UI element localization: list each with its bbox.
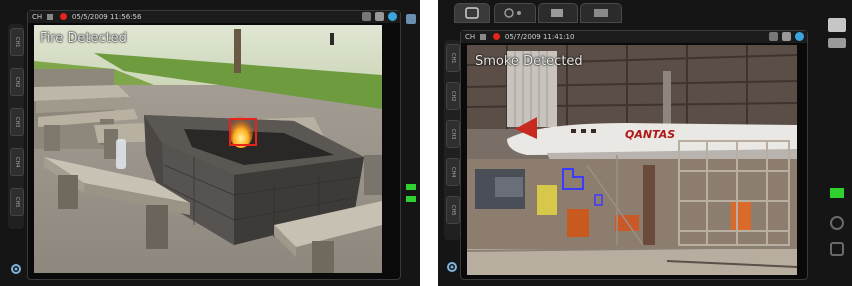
fire-scene-image [34, 25, 382, 273]
gear-icon[interactable] [10, 260, 22, 274]
video-titlebar: CH 05/7/2009 11:41:10 [461, 31, 807, 43]
audio-icon[interactable] [781, 32, 791, 41]
record-icon[interactable] [59, 13, 67, 20]
video-window: CH 05/7/2009 11:41:10 QANTAS Smoke Detec… [460, 30, 808, 280]
timestamp: 05/7/2009 11:41:10 [504, 33, 575, 41]
info-icon[interactable] [795, 32, 804, 41]
status-indicator-icon [830, 188, 844, 198]
channel-tab-3[interactable]: CH3 [10, 108, 24, 136]
video-titlebar: CH 05/5/2009 11:56:56 [28, 11, 400, 23]
channel-tab-2[interactable]: CH2 [10, 68, 24, 96]
zoom-icon[interactable] [830, 242, 844, 256]
snapshot-icon[interactable] [47, 14, 54, 20]
detection-alert-label: Fire Detected [40, 31, 127, 46]
status-indicator-icon-2 [406, 196, 416, 202]
record-icon[interactable] [492, 33, 500, 40]
pin-icon[interactable] [406, 14, 416, 24]
ptz-icon[interactable] [830, 216, 844, 230]
channel-tab-strip: CH1 CH2 CH3 CH4 CH5 [8, 24, 24, 229]
camera-feed-fire[interactable]: Fire Detected [34, 25, 382, 273]
menu-icon[interactable] [828, 38, 846, 48]
timestamp: 05/5/2009 11:56:56 [71, 13, 142, 21]
channel-tab-2[interactable]: CH2 [446, 82, 460, 110]
gear-icon[interactable] [446, 258, 458, 272]
toolbox-icon[interactable] [828, 18, 846, 32]
camera-label: CH [465, 33, 476, 41]
view-tab-multi[interactable] [494, 3, 536, 23]
camera-label: CH [32, 13, 43, 21]
right-tool-rail [402, 14, 420, 276]
video-window: CH 05/5/2009 11:56:56 Fire Detected [27, 10, 401, 280]
right-camera-panel: CH1 CH2 CH3 CH4 CH5 CH 05/7/2009 11:41:1… [438, 0, 852, 286]
channel-tab-strip-right: CH1 CH2 CH3 CH4 CH5 [444, 40, 460, 240]
view-tab-settings[interactable] [580, 3, 622, 23]
view-tab-playback[interactable] [538, 3, 578, 23]
view-tab-single[interactable] [454, 3, 490, 23]
channel-tab-3[interactable]: CH3 [446, 120, 460, 148]
snapshot-icon[interactable] [480, 34, 487, 40]
hangar-scene-image: QANTAS [467, 45, 797, 275]
settings-icon[interactable] [768, 32, 778, 41]
right-tool-rail [824, 16, 850, 278]
plane-livery-text: QANTAS [625, 128, 675, 141]
window-controls [360, 12, 397, 22]
info-icon[interactable] [388, 12, 397, 21]
left-camera-panel: CH1 CH2 CH3 CH4 CH5 CH 05/5/2009 11:56:5… [0, 0, 420, 286]
window-controls [767, 32, 804, 42]
channel-tab-1[interactable]: CH1 [446, 44, 460, 72]
channel-tab-1[interactable]: CH1 [10, 28, 24, 56]
status-indicator-icon [406, 184, 416, 190]
settings-icon[interactable] [361, 12, 371, 21]
channel-tab-5[interactable]: CH5 [446, 196, 460, 224]
channel-tab-4[interactable]: CH4 [10, 148, 24, 176]
audio-icon[interactable] [374, 12, 384, 21]
detection-alert-label: Smoke Detected [475, 54, 583, 69]
camera-feed-smoke[interactable]: QANTAS Smoke Detected [467, 45, 797, 275]
channel-tab-4[interactable]: CH4 [446, 158, 460, 186]
channel-tab-5[interactable]: CH5 [10, 188, 24, 216]
